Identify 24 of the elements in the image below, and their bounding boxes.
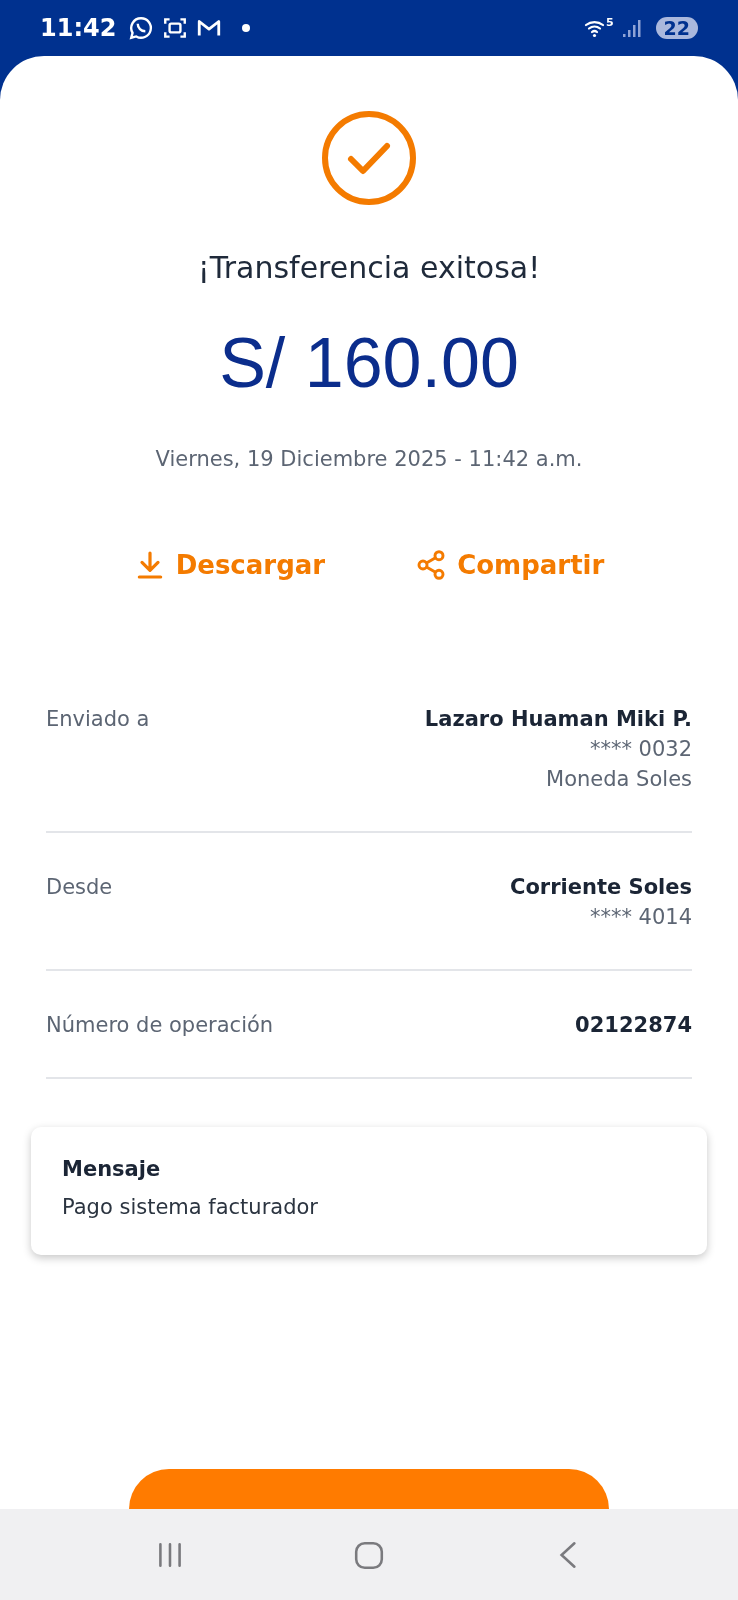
detail-subvalue: **** 0032	[589, 737, 692, 761]
signal-icon	[621, 18, 642, 38]
notification-dot-icon	[242, 24, 251, 32]
detail-subvalue: **** 4014	[589, 905, 692, 929]
detail-value: 02122874	[575, 1013, 692, 1037]
success-title: ¡Transferencia exitosa!	[197, 250, 541, 285]
chat-bubble-icon	[128, 15, 155, 41]
download-button[interactable]: Descargar	[133, 549, 326, 581]
screenshot-icon	[162, 15, 189, 41]
detail-value: Lazaro Huaman Miki P.	[424, 707, 692, 731]
detail-subvalue: Moneda Soles	[546, 767, 692, 791]
detail-label: Número de operación	[46, 1013, 274, 1037]
detail-label: Enviado a	[46, 707, 150, 733]
battery-badge: 22	[655, 17, 698, 39]
share-button[interactable]: Compartir	[415, 549, 605, 581]
amount: S/ 160.00	[219, 323, 519, 403]
clock-time: 11:42	[40, 14, 117, 42]
transfer-date: Viernes, 19 Diciembre 2025 - 11:42 a.m.	[155, 447, 583, 471]
message-text: Pago sistema facturador	[62, 1195, 319, 1219]
detail-value: Corriente Soles	[509, 875, 692, 899]
network-type-label: 5	[605, 15, 614, 29]
success-check-icon	[319, 108, 419, 208]
detail-label: Desde	[46, 875, 113, 901]
message-title: Mensaje	[62, 1157, 162, 1181]
